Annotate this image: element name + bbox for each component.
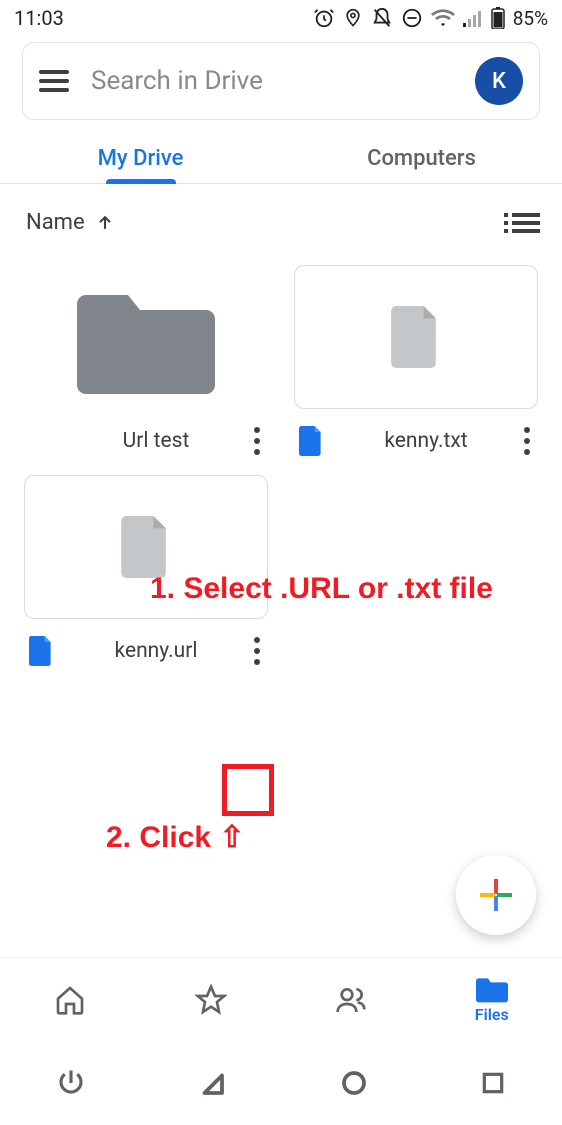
signal-icon <box>463 9 483 27</box>
alarm-icon <box>313 7 335 29</box>
recent-icon[interactable] <box>480 1070 506 1096</box>
sort-button[interactable]: Name <box>26 210 115 235</box>
status-bar: 11:03 85% <box>0 0 562 36</box>
folder-icon <box>476 975 508 1003</box>
file-grid: Url test kenny.txt kenny.url <box>0 245 562 675</box>
nav-files[interactable]: Files <box>422 975 562 1024</box>
dnd-icon <box>401 7 423 29</box>
file-name: kenny.url <box>66 639 240 663</box>
file-thumb <box>294 265 538 409</box>
list-view-icon <box>512 213 540 233</box>
grid-item-folder[interactable]: Url test <box>24 265 268 465</box>
mute-icon <box>371 7 393 29</box>
annotation-step1: 1. Select .URL or .txt file <box>150 572 493 606</box>
status-time: 11:03 <box>14 6 64 30</box>
sort-row: Name <box>0 184 562 245</box>
folder-icon <box>71 277 221 397</box>
battery-icon <box>491 7 505 29</box>
more-options-button[interactable] <box>520 423 534 459</box>
menu-icon[interactable] <box>39 70 69 92</box>
tab-computers[interactable]: Computers <box>281 130 562 183</box>
home-icon <box>54 984 86 1016</box>
search-bar[interactable]: Search in Drive K <box>22 42 540 120</box>
tab-my-drive[interactable]: My Drive <box>0 130 281 183</box>
nav-files-label: Files <box>475 1005 509 1024</box>
view-toggle[interactable] <box>512 213 540 233</box>
battery-percent: 85% <box>513 7 548 30</box>
file-name: Url test <box>66 429 240 453</box>
plus-icon <box>478 877 514 913</box>
nav-starred[interactable] <box>141 984 282 1016</box>
document-icon <box>121 516 171 578</box>
nav-home[interactable] <box>0 984 141 1016</box>
search-input[interactable]: Search in Drive <box>91 66 453 96</box>
nav-shared[interactable] <box>281 984 422 1016</box>
avatar[interactable]: K <box>475 57 523 105</box>
star-icon <box>195 984 227 1016</box>
people-icon <box>334 984 368 1016</box>
tabs: My Drive Computers <box>0 130 562 184</box>
bottom-nav: Files <box>0 957 562 1041</box>
back-icon[interactable] <box>197 1068 227 1098</box>
more-options-button[interactable] <box>250 423 264 459</box>
status-icons: 85% <box>313 7 548 30</box>
system-nav <box>0 1041 562 1125</box>
document-small-icon <box>299 426 323 456</box>
document-icon <box>391 306 441 368</box>
grid-item-file[interactable]: kenny.txt <box>294 265 538 465</box>
arrow-up-icon <box>95 213 115 233</box>
annotation-box <box>222 764 274 816</box>
folder-thumb <box>24 265 268 409</box>
power-icon[interactable] <box>56 1068 86 1098</box>
home-system-icon[interactable] <box>339 1068 369 1098</box>
annotation-step2: 2. Click ⇧ <box>106 820 245 855</box>
wifi-icon <box>431 8 455 28</box>
fab-add-button[interactable] <box>456 855 536 935</box>
file-name: kenny.txt <box>336 429 510 453</box>
sort-label: Name <box>26 210 85 235</box>
more-options-button[interactable] <box>250 633 264 669</box>
document-small-icon <box>29 636 53 666</box>
location-icon <box>343 7 363 29</box>
